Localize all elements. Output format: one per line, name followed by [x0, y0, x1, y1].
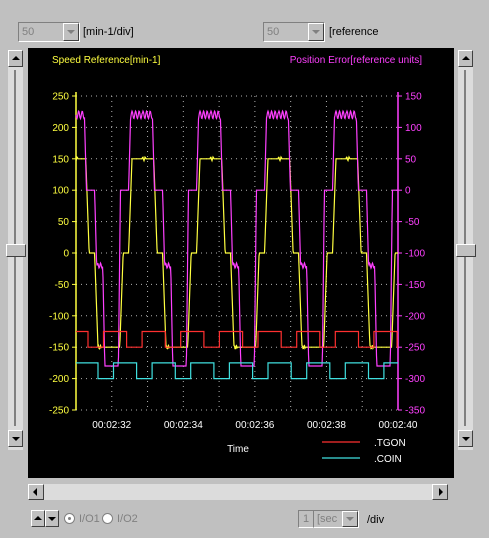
time-unit: [sec [317, 513, 338, 525]
right-tick-label: -50 [405, 217, 420, 228]
up-arrow-icon [12, 56, 20, 60]
horizontal-scrollbar[interactable] [28, 484, 448, 500]
legend-label-coin: .COIN [374, 454, 402, 465]
per-div-label: /div [367, 514, 385, 526]
chevron-down-icon [67, 30, 75, 34]
radio-io1-label: I/O1 [79, 513, 100, 525]
time-value: 1 [303, 513, 310, 525]
scroll-left-button[interactable] [28, 484, 44, 500]
right-scroll-down-button[interactable] [458, 430, 473, 447]
right-scale-dropdown-button[interactable] [308, 23, 324, 41]
left-scale-dropdown[interactable]: 50 [18, 22, 80, 42]
time-unit-dropdown[interactable]: [sec [313, 510, 359, 528]
time-unit-dropdown-button[interactable] [342, 511, 358, 527]
right-tick-label: 50 [405, 154, 417, 165]
right-tick-label: 100 [405, 123, 422, 134]
x-tick-label: 00:02:34 [164, 420, 203, 431]
left-scale-value: 50 [22, 26, 35, 38]
up-arrow-icon [34, 516, 42, 520]
left-tick-label: 50 [58, 217, 70, 228]
spin-down-button[interactable] [45, 510, 59, 527]
down-arrow-icon [48, 517, 56, 521]
right-tick-label: -300 [405, 374, 425, 385]
scroll-right-button[interactable] [432, 484, 448, 500]
left-tick-label: 200 [52, 123, 69, 134]
up-arrow-icon [462, 56, 470, 60]
left-tick-label: 150 [52, 154, 69, 165]
radio-io2[interactable] [102, 513, 113, 524]
left-scale-dropdown-button[interactable] [63, 23, 79, 41]
chart-title-right: Position Error[reference units] [290, 55, 423, 66]
left-tick-label: -250 [49, 406, 69, 417]
legend-label-tgon: .TGON [374, 438, 406, 449]
oscilloscope-chart: Speed Reference[min-1] Position Error[re… [28, 48, 454, 478]
right-scale-dropdown[interactable]: 50 [263, 22, 325, 42]
spin-up-button[interactable] [31, 510, 45, 527]
left-scroll-down-button[interactable] [8, 430, 23, 447]
radio-io2-label: I/O2 [117, 513, 138, 525]
x-axis-label: Time [227, 444, 249, 455]
left-arrow-icon [33, 488, 37, 496]
left-tick-label: 0 [63, 249, 69, 260]
right-tick-label: -150 [405, 280, 425, 291]
left-tick-label: 100 [52, 186, 69, 197]
right-scale-value: 50 [267, 26, 280, 38]
x-tick-label: 00:02:36 [235, 420, 274, 431]
radio-io1-dot [68, 517, 71, 520]
time-value-field[interactable]: 1 [298, 510, 314, 528]
down-arrow-icon [12, 437, 20, 441]
left-scale-unit: [min-1/div] [83, 26, 134, 38]
left-tick-label: -200 [49, 374, 69, 385]
right-scale-unit: [reference [329, 26, 379, 38]
left-tick-label: -150 [49, 343, 69, 354]
right-tick-label: 0 [405, 186, 411, 197]
chart-title-left: Speed Reference[min-1] [52, 55, 161, 66]
right-scroll-up-button[interactable] [458, 50, 473, 67]
right-tick-label: -200 [405, 311, 425, 322]
chevron-down-icon [346, 517, 354, 521]
right-tick-label: 150 [405, 92, 422, 103]
left-tick-label: 250 [52, 92, 69, 103]
left-slider-thumb[interactable] [6, 244, 26, 257]
left-tick-label: -100 [49, 311, 69, 322]
right-tick-label: -350 [405, 406, 425, 417]
chevron-down-icon [312, 30, 320, 34]
left-tick-label: -50 [55, 280, 70, 291]
radio-io1[interactable] [64, 513, 75, 524]
x-tick-label: 00:02:40 [379, 420, 418, 431]
x-tick-label: 00:02:32 [92, 420, 131, 431]
right-tick-label: -250 [405, 343, 425, 354]
x-tick-label: 00:02:38 [307, 420, 346, 431]
left-scroll-up-button[interactable] [8, 50, 23, 67]
right-slider-thumb[interactable] [456, 244, 476, 257]
down-arrow-icon [462, 437, 470, 441]
plot-background [28, 48, 454, 478]
right-arrow-icon [439, 488, 443, 496]
right-tick-label: -100 [405, 249, 425, 260]
